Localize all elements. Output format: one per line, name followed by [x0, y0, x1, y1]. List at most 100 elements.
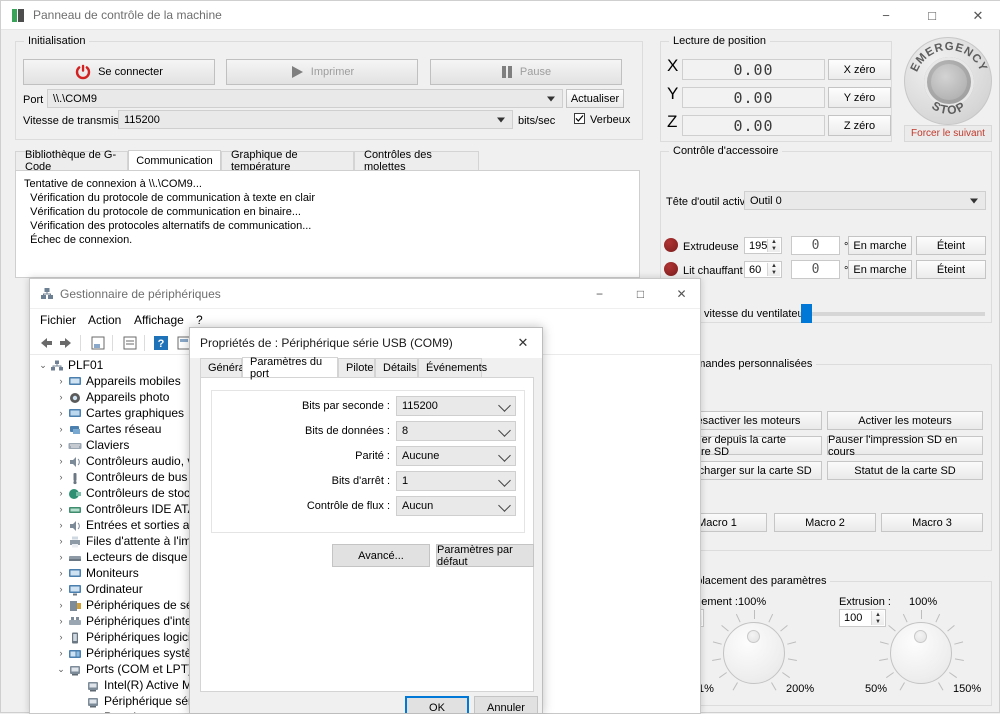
- zero-y-button[interactable]: Y zéro: [828, 87, 891, 108]
- ok-button[interactable]: OK: [405, 696, 469, 713]
- tab-driver[interactable]: Pilote: [338, 358, 375, 377]
- bed-target-input[interactable]: 60 ▲ ▼: [744, 261, 782, 278]
- chevron-right-icon[interactable]: ›: [56, 520, 66, 530]
- chevron-right-icon[interactable]: ›: [56, 424, 66, 434]
- feed-override-knob[interactable]: [723, 622, 785, 684]
- stop-bits-select[interactable]: 1: [396, 471, 516, 491]
- bed-off-button[interactable]: Éteint: [916, 260, 986, 279]
- emergency-stop-button[interactable]: EMERGENCY STOP: [904, 37, 992, 125]
- minimize-button[interactable]: −: [863, 1, 909, 30]
- chevron-right-icon[interactable]: ›: [56, 376, 66, 386]
- fan-speed-slider[interactable]: [799, 304, 985, 323]
- chevron-right-icon[interactable]: ›: [56, 616, 66, 626]
- chevron-right-icon[interactable]: ›: [56, 552, 66, 562]
- enable-motors-button[interactable]: Activer les moteurs: [827, 411, 983, 430]
- dm-maximize-button[interactable]: □: [620, 279, 661, 309]
- tab-details[interactable]: Détails: [375, 358, 418, 377]
- bed-off-label: Éteint: [936, 263, 966, 276]
- data-bits-select[interactable]: 8: [396, 421, 516, 441]
- chevron-down-icon: [498, 474, 511, 487]
- tab-port-settings[interactable]: Paramètres du port: [242, 356, 338, 380]
- properties-close-button[interactable]: ✕: [502, 328, 542, 358]
- port-select[interactable]: \\.\COM9: [47, 89, 563, 108]
- chevron-right-icon[interactable]: ›: [56, 600, 66, 610]
- tab-wheel-controls[interactable]: Contrôles des molettes: [354, 149, 479, 173]
- chevron-down-icon[interactable]: ⌄: [38, 360, 48, 371]
- tab-temperature-graph[interactable]: Graphique de température: [221, 149, 354, 173]
- chevron-right-icon[interactable]: ›: [56, 504, 66, 514]
- cancel-button[interactable]: Annuler: [474, 696, 538, 713]
- pause-button[interactable]: Pause: [430, 59, 622, 85]
- computer-icon: [50, 359, 65, 373]
- tab-general[interactable]: Général: [200, 358, 247, 377]
- tab-events[interactable]: Événements: [418, 358, 487, 377]
- macro-2-button[interactable]: Macro 2: [774, 513, 876, 532]
- properties-titlebar: Propriétés de : Périphérique série USB (…: [190, 328, 542, 358]
- close-button[interactable]: ✕: [955, 1, 1000, 30]
- flow-control-select[interactable]: Aucun: [396, 496, 516, 516]
- sd-status-button[interactable]: Statut de la carte SD: [827, 461, 983, 480]
- parity-value: Aucune: [402, 450, 440, 462]
- default-settings-button[interactable]: Paramètres par défaut: [436, 544, 534, 568]
- chevron-right-icon[interactable]: ›: [56, 584, 66, 594]
- maximize-button[interactable]: □: [909, 1, 955, 30]
- extrusion-override-knob[interactable]: [890, 622, 952, 684]
- parity-select[interactable]: Aucune: [396, 446, 516, 466]
- help-icon[interactable]: ?: [153, 335, 169, 351]
- menu-affichage[interactable]: Affichage: [134, 313, 184, 327]
- back-arrow-icon[interactable]: [38, 335, 54, 351]
- zero-x-button[interactable]: X zéro: [828, 59, 891, 80]
- menu-action[interactable]: Action: [88, 313, 121, 327]
- extruder-off-button[interactable]: Éteint: [916, 236, 986, 255]
- fan-slider-thumb[interactable]: [800, 304, 812, 323]
- tab-communication[interactable]: Communication: [128, 150, 221, 170]
- refresh-button[interactable]: Actualiser: [566, 89, 624, 108]
- tree-item-label: Appareils photo: [86, 390, 170, 404]
- accessory-legend: Contrôle d'accessoire: [669, 145, 783, 157]
- bits-per-second-select[interactable]: 115200: [396, 396, 516, 416]
- port-settings-frame: Bits par seconde : 115200 Bits de donnée…: [211, 390, 525, 533]
- properties-icon[interactable]: [122, 335, 138, 351]
- port-settings-page: Bits par seconde : 115200 Bits de donnée…: [200, 377, 534, 692]
- bed-on-button[interactable]: En marche: [848, 260, 912, 279]
- chevron-right-icon[interactable]: ›: [56, 568, 66, 578]
- chevron-right-icon[interactable]: ›: [56, 456, 66, 466]
- chevron-right-icon[interactable]: ›: [56, 632, 66, 642]
- chevron-right-icon[interactable]: ›: [56, 536, 66, 546]
- advanced-button[interactable]: Avancé...: [332, 544, 430, 567]
- communication-log[interactable]: Tentative de connexion à \\.\COM9... Vér…: [15, 170, 640, 278]
- extruder-on-button[interactable]: En marche: [848, 236, 912, 255]
- dm-close-button[interactable]: ✕: [661, 279, 700, 309]
- chevron-right-icon[interactable]: ›: [56, 488, 66, 498]
- position-readout-y: 0.00: [682, 87, 825, 108]
- connect-button[interactable]: Se connecter: [23, 59, 215, 85]
- verbose-checkbox[interactable]: [574, 113, 585, 124]
- print-button[interactable]: Imprimer: [226, 59, 418, 85]
- play-icon: [290, 65, 304, 79]
- force-next-button[interactable]: Forcer le suivant: [904, 125, 992, 142]
- extruder-spinner-arrows[interactable]: ▲ ▼: [767, 239, 780, 252]
- pause-button-label: Pause: [519, 66, 552, 78]
- zero-z-button[interactable]: Z zéro: [828, 115, 891, 136]
- chevron-right-icon[interactable]: ›: [56, 440, 66, 450]
- menu-fichier[interactable]: Fichier: [40, 313, 76, 327]
- menu-help[interactable]: ?: [196, 313, 203, 327]
- dm-minimize-button[interactable]: −: [579, 279, 620, 309]
- macro-3-button[interactable]: Macro 3: [881, 513, 983, 532]
- baud-select[interactable]: 115200: [118, 110, 513, 129]
- forward-arrow-icon[interactable]: [58, 335, 74, 351]
- bits-per-second-value: 115200: [402, 400, 438, 412]
- tab-label: Communication: [136, 154, 213, 167]
- show-hidden-icon[interactable]: [90, 335, 106, 351]
- chevron-right-icon[interactable]: ›: [56, 408, 66, 418]
- tab-gcode-library[interactable]: Bibliothèque de G-Code: [15, 149, 128, 173]
- chevron-right-icon[interactable]: ›: [56, 648, 66, 658]
- toolhead-select[interactable]: Outil 0: [744, 191, 986, 210]
- chevron-down-icon: [497, 117, 505, 122]
- chevron-right-icon[interactable]: ›: [56, 472, 66, 482]
- chevron-right-icon[interactable]: ›: [56, 392, 66, 402]
- chevron-down-icon[interactable]: ⌄: [56, 664, 66, 675]
- bed-spinner-arrows[interactable]: ▲ ▼: [767, 263, 780, 276]
- pause-sd-print-button[interactable]: Pauser l'impression SD en cours: [827, 434, 983, 458]
- extruder-target-input[interactable]: 195 ▲ ▼: [744, 237, 782, 254]
